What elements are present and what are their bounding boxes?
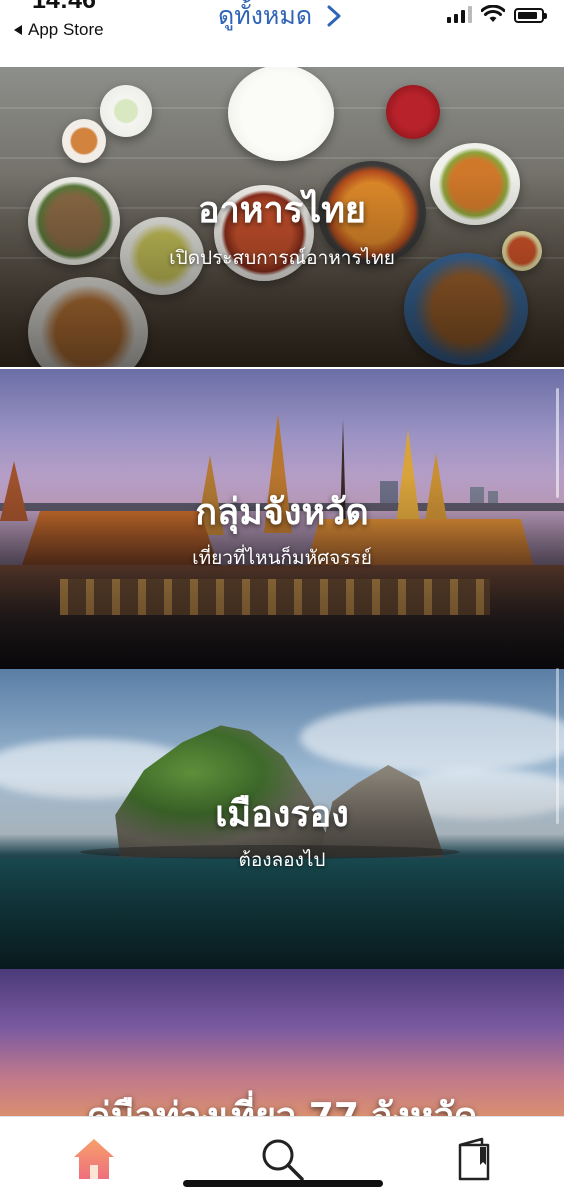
card-province-groups[interactable]: กลุ่มจังหวัด เที่ยวที่ไหนก็มหัศจรรย์ [0,369,564,669]
card-subtitle: เปิดประสบการณ์อาหารไทย [169,247,395,269]
nav-home[interactable] [70,1135,118,1183]
nav-guide[interactable] [450,1135,498,1183]
card-title: เมืองรอง [215,794,349,835]
see-all-link[interactable]: ดูทั้งหมด [218,0,342,36]
see-all-label: ดูทั้งหมด [218,1,313,30]
cellular-signal-icon [447,5,472,23]
book-icon [458,1137,490,1181]
card-secondary-cities[interactable]: เมืองรอง ต้องลองไป [0,669,564,969]
wifi-icon [481,5,505,22]
scrollbar-secondary[interactable] [556,668,559,824]
card-77-provinces-guide[interactable]: คู่มือท่องเที่ยว 77 จังหวัด [0,969,564,1116]
home-indicator[interactable] [183,1180,383,1187]
back-to-app-store[interactable]: App Store [14,20,104,40]
back-arrow-icon [14,25,22,35]
back-to-app-label: App Store [28,20,104,39]
home-icon [74,1139,114,1179]
card-title: อาหารไทย [197,190,367,231]
battery-level [518,12,537,19]
card-subtitle: เที่ยวที่ไหนก็มหัศจรรย์ [192,547,372,569]
search-icon [262,1139,304,1181]
card-subtitle: ต้องลองไป [238,849,326,871]
bottom-navigation [0,1116,564,1201]
status-bar: 14:46 App Store ดูทั้งหมด [0,0,564,66]
card-title: กลุ่มจังหวัด [195,492,369,533]
card-title: คู่มือท่องเที่ยว 77 จังหวัด [0,1087,564,1116]
card-thai-food[interactable]: อาหารไทย เปิดประสบการณ์อาหารไทย [0,67,564,367]
status-icons [447,5,547,23]
status-time: 14:46 [32,0,96,14]
chevron-right-icon [327,5,341,27]
scrollbar[interactable] [556,388,559,498]
nav-search[interactable] [258,1135,306,1183]
battery-icon [514,8,547,23]
